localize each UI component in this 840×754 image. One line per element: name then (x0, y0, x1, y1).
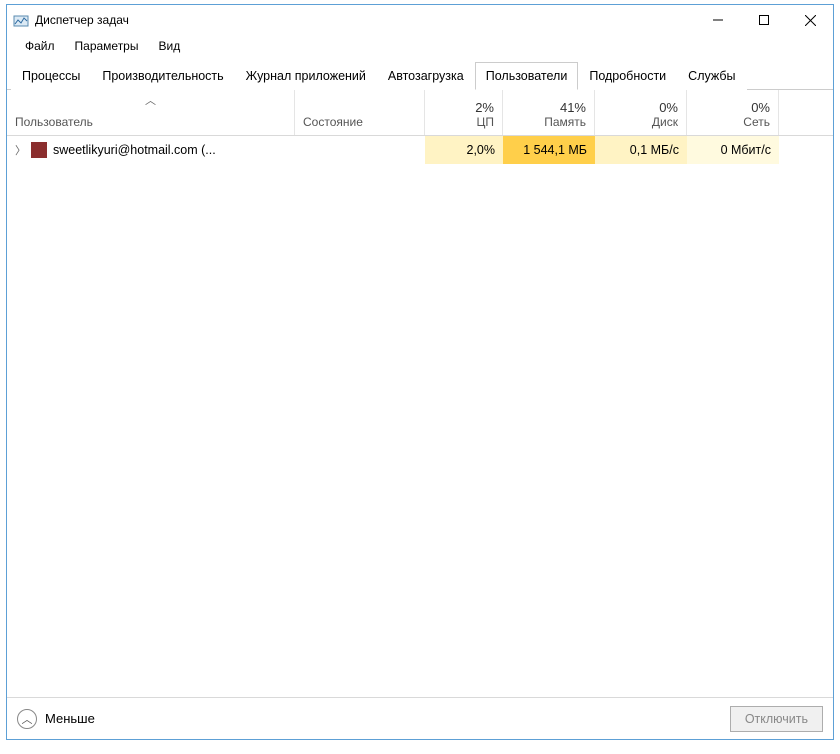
col-header-network[interactable]: 0% Сеть (687, 90, 779, 135)
tab-startup[interactable]: Автозагрузка (377, 62, 475, 90)
footer: ︿ Меньше Отключить (7, 697, 833, 739)
task-manager-window: Диспетчер задач Файл Параметры Вид Проце… (6, 4, 834, 740)
col-header-network-label: Сеть (743, 115, 770, 129)
cell-memory: 1 544,1 МБ (503, 136, 595, 164)
cell-network: 0 Мбит/с (687, 136, 779, 164)
fewer-details-button[interactable]: ︿ Меньше (17, 709, 95, 729)
expand-icon[interactable]: 〉 (15, 142, 25, 158)
tab-details[interactable]: Подробности (578, 62, 677, 90)
user-row[interactable]: 〉 sweetlikyuri@hotmail.com (... 2,0% 1 5… (7, 136, 833, 164)
col-header-cpu[interactable]: 2% ЦП (425, 90, 503, 135)
fewer-details-label: Меньше (45, 711, 95, 726)
window-controls (695, 5, 833, 35)
grid-header: ︿ Пользователь Состояние 2% ЦП 41% Памят… (7, 90, 833, 136)
menu-file[interactable]: Файл (15, 36, 65, 56)
menu-options[interactable]: Параметры (65, 36, 149, 56)
sort-indicator-icon: ︿ (145, 92, 156, 108)
close-button[interactable] (787, 5, 833, 35)
users-grid: ︿ Пользователь Состояние 2% ЦП 41% Памят… (7, 90, 833, 697)
col-header-disk-label: Диск (652, 115, 678, 129)
menubar: Файл Параметры Вид (7, 35, 833, 57)
window-title: Диспетчер задач (35, 13, 129, 27)
disconnect-button[interactable]: Отключить (730, 706, 823, 732)
maximize-button[interactable] (741, 5, 787, 35)
menu-view[interactable]: Вид (148, 36, 190, 56)
tabstrip: Процессы Производительность Журнал прило… (7, 61, 833, 90)
grid-body[interactable]: 〉 sweetlikyuri@hotmail.com (... 2,0% 1 5… (7, 136, 833, 697)
col-header-memory-label: Память (544, 115, 586, 129)
tab-app-history[interactable]: Журнал приложений (235, 62, 377, 90)
col-header-state-label: Состояние (303, 115, 416, 129)
disk-usage-total: 0% (659, 100, 678, 115)
col-header-disk[interactable]: 0% Диск (595, 90, 687, 135)
tab-processes[interactable]: Процессы (11, 62, 91, 90)
tab-services[interactable]: Службы (677, 62, 746, 90)
col-header-state[interactable]: Состояние (295, 90, 425, 135)
user-name: sweetlikyuri@hotmail.com (... (53, 143, 216, 157)
cell-disk: 0,1 МБ/с (595, 136, 687, 164)
col-header-user[interactable]: ︿ Пользователь (7, 90, 295, 135)
network-usage-total: 0% (751, 100, 770, 115)
col-header-memory[interactable]: 41% Память (503, 90, 595, 135)
minimize-button[interactable] (695, 5, 741, 35)
col-header-user-label: Пользователь (15, 115, 286, 129)
cpu-usage-total: 2% (475, 100, 494, 115)
col-header-cpu-label: ЦП (476, 115, 494, 129)
app-icon (13, 12, 29, 28)
memory-usage-total: 41% (560, 100, 586, 115)
titlebar[interactable]: Диспетчер задач (7, 5, 833, 35)
cell-user[interactable]: 〉 sweetlikyuri@hotmail.com (... (7, 136, 295, 164)
chevron-up-icon: ︿ (17, 709, 37, 729)
cell-cpu: 2,0% (425, 136, 503, 164)
tab-users[interactable]: Пользователи (475, 62, 579, 90)
user-avatar-icon (31, 142, 47, 158)
tab-performance[interactable]: Производительность (91, 62, 234, 90)
cell-state (295, 136, 425, 164)
